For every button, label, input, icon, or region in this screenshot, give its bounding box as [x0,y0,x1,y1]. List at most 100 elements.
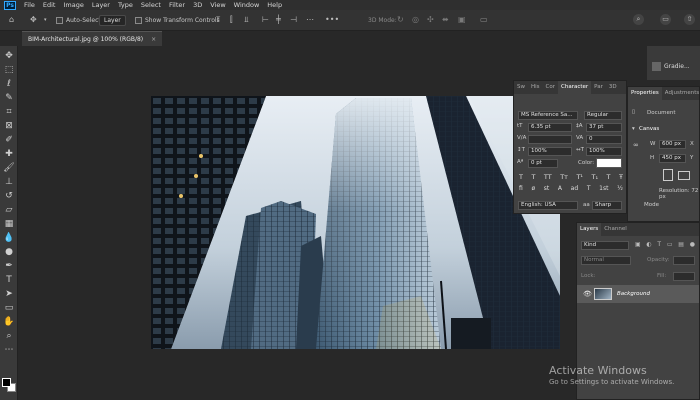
baseline-shift-field[interactable]: 0 pt [528,159,558,168]
tab-3d[interactable]: 3D [606,81,620,94]
tab-character[interactable]: Character [558,81,592,94]
menu-type[interactable]: Type [114,0,137,10]
menu-window[interactable]: Window [230,0,264,10]
align-right-icon[interactable]: ⊣ [290,14,297,26]
ordinals-button[interactable]: 1st [599,185,608,195]
tab-adjustments[interactable]: Adjustments [662,87,700,100]
antialias-dropdown[interactable]: Sharp [592,201,622,210]
link-dimensions-icon[interactable]: ∞ [633,141,639,149]
faux-italic-button[interactable]: T [531,173,535,183]
swash-button[interactable]: A [558,185,562,195]
workspace-icon[interactable]: ▭ [660,14,671,25]
layer-name[interactable]: Background [617,291,650,297]
menu-help[interactable]: Help [263,0,286,10]
language-dropdown[interactable]: English: USA [518,201,578,210]
type-filter-icon[interactable]: T [657,241,661,250]
foreground-color-swatch[interactable] [2,378,11,387]
eyedropper-tool-icon[interactable]: ✐ [3,134,15,146]
titling-alternates-button[interactable]: T [587,185,591,195]
stylistic-alternates-button[interactable]: ad [571,185,579,195]
history-brush-tool-icon[interactable]: ↺ [3,190,15,202]
frame-tool-icon[interactable]: ⊠ [3,120,15,132]
zoom-tool-icon[interactable]: ⌕ [3,330,15,342]
show-transform-controls-checkbox[interactable]: Show Transform Controls [135,15,220,26]
layer-filter-input[interactable]: Kind [581,241,629,250]
superscript-button[interactable]: T¹ [576,173,583,183]
font-size-field[interactable]: 6.35 pt [528,123,572,132]
tracking-field[interactable]: 0 [586,135,622,144]
hand-tool-icon[interactable]: ✋ [3,316,15,328]
fractions-button[interactable]: ½ [617,185,623,195]
crop-tool-icon[interactable]: ⌗ [3,106,15,118]
tab-layers[interactable]: Layers [577,223,602,236]
horizontal-scale-field[interactable]: 100% [586,147,622,156]
3d-scale-icon[interactable]: ▣ [458,14,466,26]
marquee-tool-icon[interactable]: ⬚ [3,64,15,76]
document-tab[interactable]: BIM-Architectural.jpg @ 100% (RGB/8) × [22,31,163,46]
menu-layer[interactable]: Layer [88,0,114,10]
font-style-dropdown[interactable]: Regular [584,111,622,120]
smart-object-filter-icon[interactable]: ▤ [678,241,684,250]
3d-drag-icon[interactable]: ✣ [427,14,434,26]
auto-select-target-dropdown[interactable]: Layer [99,15,126,26]
distribute-icon[interactable]: ⋯ [306,14,314,26]
canvas-width-field[interactable]: 600 px [659,140,686,149]
checkbox-box[interactable] [135,17,142,24]
quick-select-tool-icon[interactable]: ✎ [3,92,15,104]
menu-edit[interactable]: Edit [39,0,60,10]
close-icon[interactable]: × [151,36,156,43]
text-color-swatch[interactable] [596,158,622,168]
tab-properties[interactable]: Properties [628,87,662,100]
shape-tool-icon[interactable]: ▭ [3,302,15,314]
tab-history[interactable]: His [528,81,543,94]
menu-select[interactable]: Select [137,0,165,10]
menu-view[interactable]: View [206,0,229,10]
tab-color[interactable]: Cor [543,81,558,94]
gradients-panel-collapsed[interactable]: Gradie... [647,46,700,80]
document-image[interactable] [151,96,560,349]
font-family-dropdown[interactable]: MS Reference Sa... [518,111,578,120]
eraser-tool-icon[interactable]: ▱ [3,204,15,216]
3d-rotate-icon[interactable]: ↻ [397,14,404,26]
share-icon[interactable]: ⇧ [684,14,695,25]
all-caps-button[interactable]: TT [544,173,552,183]
more-options-icon[interactable]: ••• [325,14,339,26]
menu-3d[interactable]: 3D [189,0,206,10]
ligatures-button[interactable]: fi [519,185,523,195]
dodge-tool-icon[interactable]: ● [3,246,15,258]
canvas-section-title[interactable]: Canvas [639,126,659,132]
align-vertical-center-icon[interactable]: ⫿ [230,14,233,26]
search-icon[interactable]: ⌕ [633,14,644,25]
eye-icon[interactable]: 👁 [583,290,592,298]
align-top-icon[interactable]: ⫪ [216,14,221,26]
layer-row[interactable]: 👁 Background [577,285,699,303]
align-bottom-icon[interactable]: ⫫ [244,14,249,26]
chevron-down-icon[interactable]: ▾ [632,126,635,132]
align-horizontal-center-icon[interactable]: ╪ [276,14,281,26]
tab-swatches[interactable]: Sw [514,81,528,94]
checkbox-box[interactable] [56,17,63,24]
healing-brush-tool-icon[interactable]: ✚ [3,148,15,160]
fill-field[interactable] [673,272,695,281]
tab-paragraph[interactable]: Par [591,81,606,94]
more-tools-icon[interactable]: ⋯ [3,344,15,356]
contextual-alternates-button[interactable]: ø [531,185,535,195]
blur-tool-icon[interactable]: 💧 [3,232,15,244]
kerning-field[interactable] [528,135,572,144]
shape-filter-icon[interactable]: ▭ [667,241,673,250]
blend-mode-dropdown[interactable]: Normal [581,256,631,265]
clone-stamp-tool-icon[interactable]: ⊥ [3,176,15,188]
brush-tool-icon[interactable]: 🖌 [3,162,15,174]
adjustment-filter-icon[interactable]: ◐ [646,241,651,250]
tab-channels[interactable]: Channel [601,223,630,236]
menu-file[interactable]: File [20,0,39,10]
menu-image[interactable]: Image [59,0,87,10]
discretionary-ligatures-button[interactable]: st [544,185,549,195]
gradients-panel-label[interactable]: Gradie... [664,63,690,70]
small-caps-button[interactable]: Tт [560,173,568,183]
menu-filter[interactable]: Filter [165,0,189,10]
leading-field[interactable]: 37 pt [586,123,622,132]
type-tool-icon[interactable]: T [3,274,15,286]
path-selection-tool-icon[interactable]: ➤ [3,288,15,300]
auto-select-checkbox[interactable]: Auto-Select [56,15,101,26]
